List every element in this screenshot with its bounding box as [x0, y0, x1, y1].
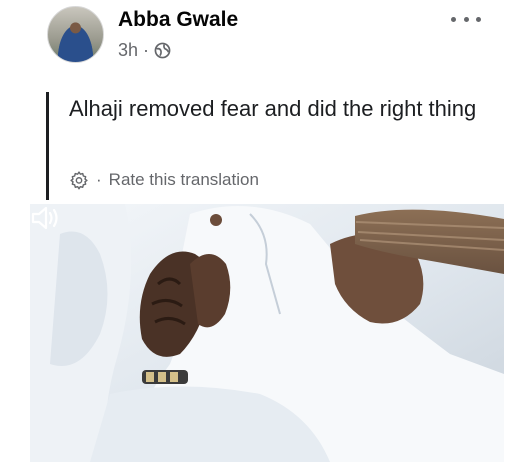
post-header: Abba Gwale 3h · — [0, 0, 521, 80]
translation-rating-row: · Rate this translation — [69, 170, 259, 190]
post-video[interactable] — [30, 204, 504, 462]
more-dot — [476, 16, 481, 22]
gear-icon[interactable] — [69, 170, 89, 190]
video-frame — [30, 204, 504, 462]
volume-icon[interactable] — [30, 204, 62, 232]
translated-post-text-block: Alhaji removed fear and did the right th… — [46, 92, 506, 200]
globe-icon[interactable] — [154, 42, 171, 59]
more-dot — [463, 16, 469, 22]
post-text: Alhaji removed fear and did the right th… — [69, 96, 477, 121]
post-more-button[interactable] — [451, 10, 481, 28]
post-time[interactable]: 3h — [118, 40, 138, 61]
rate-translation-link[interactable]: Rate this translation — [109, 170, 259, 190]
author-name[interactable]: Abba Gwale — [118, 8, 238, 32]
author-avatar[interactable] — [47, 6, 104, 63]
post-meta: 3h · — [118, 40, 171, 61]
rating-separator: · — [96, 170, 102, 189]
more-dot — [451, 16, 456, 22]
meta-separator: · — [143, 40, 150, 60]
